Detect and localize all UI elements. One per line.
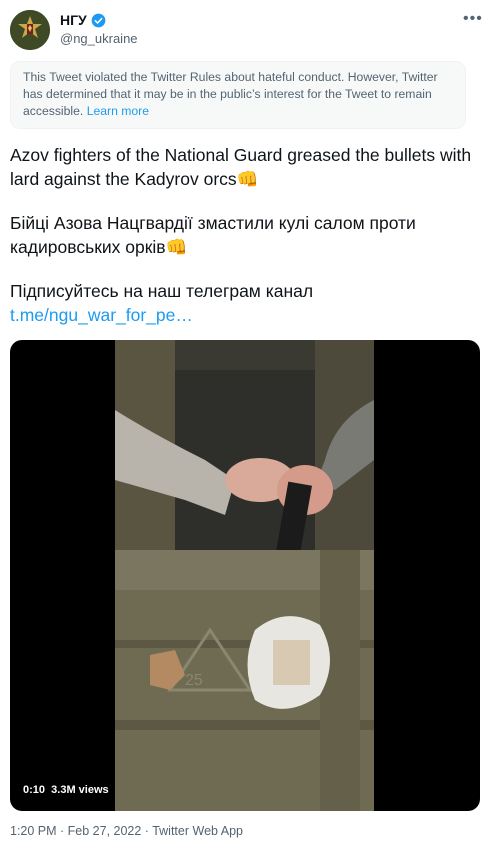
video-frame[interactable]: 25 bbox=[115, 340, 374, 811]
display-name-text[interactable]: НГУ bbox=[60, 12, 87, 28]
verified-badge-icon bbox=[91, 13, 106, 27]
tweet-paragraph-ukrainian: Бійці Азова Нацгвардії змастили кулі сал… bbox=[10, 211, 490, 259]
display-name[interactable]: НГУ bbox=[60, 12, 106, 28]
video-player[interactable]: 25 0:10 3.3M views bbox=[10, 340, 480, 811]
tweet-paragraph-telegram: Підписуйтесь на наш телеграм канал t.me/… bbox=[10, 279, 490, 327]
tweet-body: Azov fighters of the National Guard grea… bbox=[10, 143, 490, 327]
tweet-text-ukrainian: Бійці Азова Нацгвардії змастили кулі сал… bbox=[10, 213, 416, 257]
policy-notice: This Tweet violated the Twitter Rules ab… bbox=[10, 61, 466, 129]
video-duration: 0:10 bbox=[23, 784, 46, 796]
notice-text: This Tweet violated the Twitter Rules ab… bbox=[23, 70, 438, 118]
learn-more-link[interactable]: Learn more bbox=[87, 104, 149, 118]
video-views: 3.3M views bbox=[51, 784, 109, 796]
user-handle[interactable]: @ng_ukraine bbox=[60, 31, 138, 46]
crate-marking: 25 bbox=[185, 672, 203, 689]
video-overlay: 0:10 3.3M views bbox=[18, 779, 114, 801]
tweet-text-telegram: Підписуйтесь на наш телеграм канал bbox=[10, 281, 314, 301]
tweet-paragraph-english: Azov fighters of the National Guard grea… bbox=[10, 143, 490, 191]
oncoming-fist-emoji: 👊 bbox=[165, 237, 188, 257]
video-thumbnail: 25 bbox=[115, 340, 374, 811]
telegram-link[interactable]: t.me/ngu_war_for_pe… bbox=[10, 305, 193, 325]
video-stats: 0:10 3.3M views bbox=[18, 781, 114, 799]
tweet-timestamp[interactable]: 1:20 PM · Feb 27, 2022 · Twitter Web App bbox=[10, 824, 243, 838]
more-options-icon[interactable]: ••• bbox=[463, 10, 483, 28]
oncoming-fist-emoji: 👊 bbox=[236, 169, 259, 189]
ngu-emblem-icon bbox=[10, 10, 50, 50]
avatar[interactable] bbox=[10, 10, 50, 50]
